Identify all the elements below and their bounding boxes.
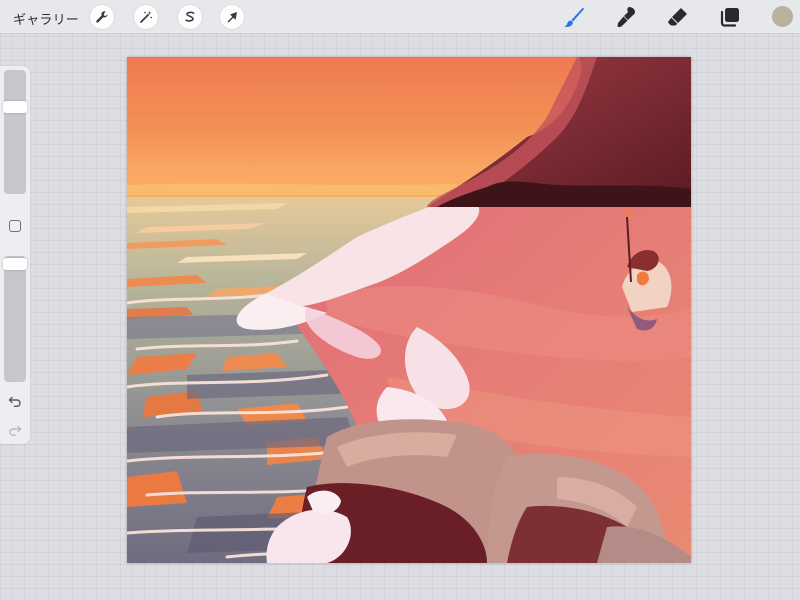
undo-button[interactable] [7, 393, 23, 409]
brush-size-slider[interactable] [3, 70, 27, 194]
eraser-tool-button[interactable] [665, 4, 691, 30]
redo-button[interactable] [7, 422, 23, 438]
sunset-beach-artwork [127, 57, 691, 563]
smudge-icon [617, 7, 635, 27]
arrow-cursor-icon [227, 12, 237, 23]
layers-button[interactable] [717, 4, 743, 30]
brush-icon [564, 7, 584, 27]
selection-button[interactable] [178, 5, 202, 29]
redo-icon [9, 425, 22, 436]
selection-s-icon [185, 11, 195, 22]
brush-tool-button[interactable] [561, 4, 587, 30]
wrench-icon [96, 11, 108, 23]
smudge-tool-button[interactable] [614, 4, 640, 30]
transform-button[interactable] [220, 5, 244, 29]
sidebar [0, 66, 30, 444]
actions-button[interactable] [90, 5, 114, 29]
opacity-slider-thumb[interactable] [3, 258, 27, 271]
top-toolbar: ギャラリー [0, 0, 800, 34]
layers-icon [720, 8, 739, 27]
modify-button[interactable] [9, 220, 21, 232]
color-picker-button[interactable] [772, 6, 793, 27]
eraser-icon [668, 8, 687, 26]
drawing-canvas[interactable] [127, 57, 691, 563]
undo-icon [8, 396, 21, 407]
adjustments-button[interactable] [134, 5, 158, 29]
opacity-slider[interactable] [3, 256, 27, 382]
brush-size-slider-thumb[interactable] [3, 101, 27, 114]
gallery-button[interactable]: ギャラリー [13, 9, 79, 28]
magic-wand-icon [140, 11, 153, 23]
